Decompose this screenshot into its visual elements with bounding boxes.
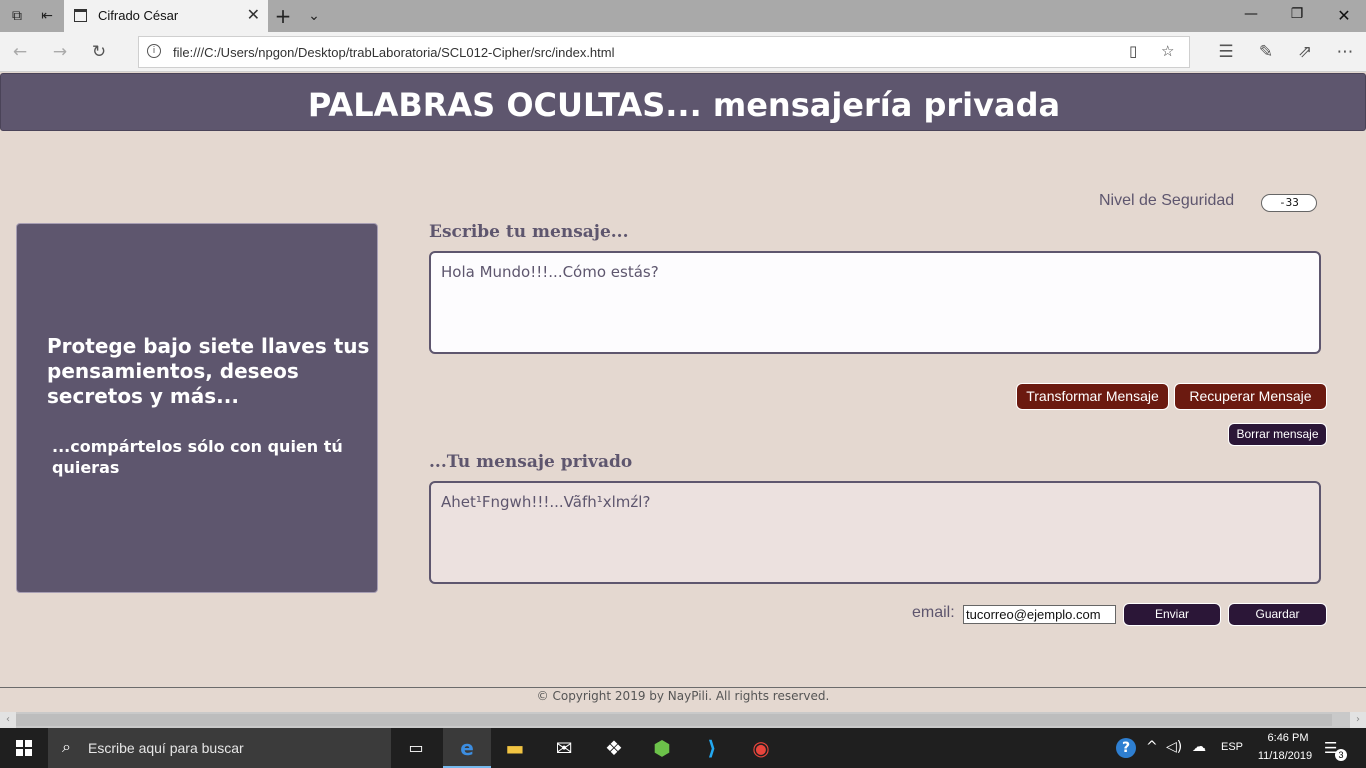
close-window-icon[interactable]: ✕ [1329,6,1359,25]
folder-icon: ▬ [505,736,525,760]
help-icon[interactable]: ? [1116,738,1136,758]
footer-divider [0,687,1366,688]
restore-icon[interactable]: ❐ [1282,6,1312,22]
input-message-label: Escribe tu mensaje... [429,222,629,242]
chrome-button[interactable]: ◉ [737,728,785,768]
recover-message-button[interactable]: Recuperar Mensaje [1174,383,1327,410]
page-header: PALABRAS OCULTAS... mensajería privada [0,73,1366,131]
minimize-icon[interactable]: — [1236,6,1266,22]
favorite-star-icon[interactable]: ☆ [1161,42,1174,60]
web-note-icon[interactable]: ✎ [1254,40,1278,64]
footer-copyright: © Copyright 2019 by NayPili. All rights … [536,689,830,703]
save-button[interactable]: Guardar [1228,603,1327,626]
edge-icon: e [460,736,474,760]
back-icon[interactable]: ← [8,40,32,64]
security-level-label: Nivel de Seguridad [1099,192,1235,209]
security-level-input[interactable]: -33 [1261,194,1317,212]
page-icon [74,9,87,22]
transform-message-button[interactable]: Transformar Mensaje [1016,383,1169,410]
message-output[interactable]: Ahet¹Fngwh!!!...Vãfh¹xlmźl? [429,481,1321,584]
url-text: file:///C:/Users/npgon/Desktop/trabLabor… [173,45,615,60]
horizontal-scrollbar[interactable]: ‹ › [0,712,1366,728]
windows-taskbar: ⌕ Escribe aquí para buscar ▭ e ▬ ✉ ❖ ⬢ ⟩… [0,728,1366,768]
task-view-icon: ▭ [408,738,424,757]
vscode-icon: ⟩ [707,736,717,760]
send-button[interactable]: Enviar [1123,603,1221,626]
scroll-left-icon[interactable]: ‹ [0,712,16,728]
hexagon-icon: ⬢ [653,736,671,760]
chrome-icon: ◉ [752,736,770,760]
language-indicator[interactable]: ESP [1221,741,1243,753]
edge-taskbar-button[interactable]: e [443,728,491,768]
url-field[interactable]: i file:///C:/Users/npgon/Desktop/trabLab… [138,36,1190,68]
intro-heading: Protege bajo siete llaves tus pensamient… [47,334,370,408]
search-icon: ⌕ [62,737,71,756]
volume-icon[interactable]: ◁) [1166,739,1182,755]
taskbar-search[interactable]: ⌕ Escribe aquí para buscar [48,728,391,768]
dropbox-icon: ❖ [605,736,623,760]
mail-button[interactable]: ✉ [540,728,588,768]
browser-tab-bar: ⧉ ⇤ Cifrado César ✕ + ⌄ — ❐ ✕ [0,0,1366,32]
refresh-icon[interactable]: ↻ [87,40,111,64]
address-bar-row: ← → ↻ i file:///C:/Users/npgon/Desktop/t… [0,32,1366,72]
set-tabs-aside-icon[interactable]: ⇤ [36,5,58,27]
intro-subtext: ...compártelos sólo con quien tú quieras [52,437,343,477]
dropbox-button[interactable]: ❖ [590,728,638,768]
notification-badge: 3 [1335,749,1347,761]
share-icon[interactable]: ⇗ [1293,40,1317,64]
onedrive-cloud-icon[interactable]: ☁ [1192,739,1206,755]
nodejs-button[interactable]: ⬢ [638,728,686,768]
page-title: PALABRAS OCULTAS... mensajería privada [307,86,1061,124]
message-input[interactable]: Hola Mundo!!!...Cómo estás? [429,251,1321,354]
mail-icon: ✉ [555,736,573,760]
output-message-label: ...Tu mensaje privado [429,452,633,472]
task-view-button[interactable]: ▭ [392,728,440,768]
forward-icon[interactable]: → [48,40,72,64]
clear-message-button[interactable]: Borrar mensaje [1228,423,1327,446]
vscode-button[interactable]: ⟩ [688,728,736,768]
favorites-list-icon[interactable]: ☰ [1214,40,1238,64]
email-label: email: [912,604,955,621]
tab-list-chevron-icon[interactable]: ⌄ [303,5,325,27]
reading-view-icon[interactable]: ▯ [1129,42,1137,60]
intro-panel: Protege bajo siete llaves tus pensamient… [16,223,378,593]
info-icon[interactable]: i [147,44,161,58]
scroll-right-icon[interactable]: › [1350,712,1366,728]
search-placeholder: Escribe aquí para buscar [88,740,244,756]
windows-logo-icon [16,740,32,756]
clock-date[interactable]: 11/18/2019 [1250,750,1320,762]
scrollbar-thumb[interactable] [16,714,1332,726]
file-explorer-button[interactable]: ▬ [491,728,539,768]
start-button[interactable] [0,728,48,768]
tab-manager-icon[interactable]: ⧉ [6,5,28,27]
more-options-icon[interactable]: ⋯ [1333,40,1357,64]
browser-tab[interactable]: Cifrado César ✕ [64,0,268,32]
tab-close-icon[interactable]: ✕ [247,5,260,24]
clock-time[interactable]: 6:46 PM [1258,732,1318,744]
new-tab-icon[interactable]: + [272,5,294,27]
email-field[interactable]: tucorreo@ejemplo.com [963,605,1116,624]
tab-title: Cifrado César [98,8,179,23]
show-hidden-icons-chevron-icon[interactable]: ^ [1146,739,1158,755]
